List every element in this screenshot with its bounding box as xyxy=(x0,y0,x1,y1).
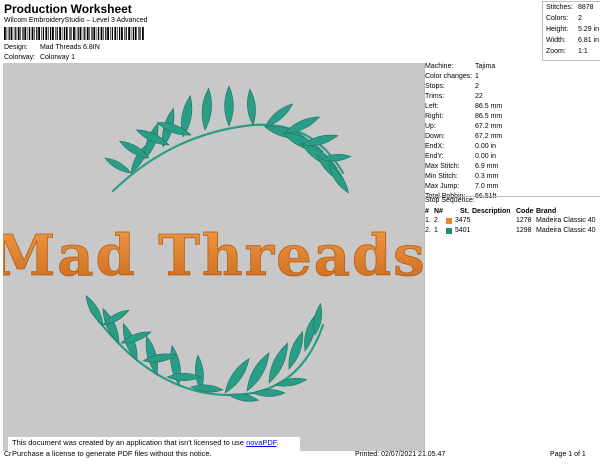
design-text: Mad Threads xyxy=(3,223,425,289)
design-value: Mad Threads 6.8IN xyxy=(39,44,100,51)
row-index: 1. xyxy=(425,217,431,224)
divider xyxy=(424,63,425,452)
notice-text: This document was created by an applicat… xyxy=(12,438,247,447)
info-value: 6.9 mm xyxy=(475,163,499,170)
info-value: 86.5 mm xyxy=(475,113,503,120)
info-label: Stops: xyxy=(425,83,445,90)
design-label: Design: xyxy=(4,44,28,51)
design-row: Design: Mad Threads 6.8IN xyxy=(4,44,100,51)
stop-sequence-title: Stop Sequence: xyxy=(425,197,475,204)
info-label: Up: xyxy=(425,123,436,130)
col-header: N# xyxy=(434,208,443,215)
row-brand: Madeira Classic 40 xyxy=(536,227,596,234)
barcode xyxy=(4,27,144,40)
colorway-value: Colorway 1 xyxy=(39,54,75,61)
summary-box: Stitches: 8878 Colors: 2 Height: 5.29 in Wi… xyxy=(542,1,600,61)
table-row: 1. 2 3475 1278 Madeira Classic 40 xyxy=(425,217,600,226)
info-label: Machine: xyxy=(425,63,454,70)
width-value: 6.81 in xyxy=(578,37,600,44)
printed-date: Printed: 02/07/2021 21.05.47 xyxy=(355,451,446,458)
colors-value: 2 xyxy=(578,15,582,22)
novapdf-link[interactable]: novaPDF xyxy=(246,438,276,447)
license-notice: This document was created by an applicat… xyxy=(8,437,300,459)
row-code: 1278 xyxy=(516,217,532,224)
color-swatch xyxy=(446,228,452,234)
colors-label: Colors: xyxy=(546,15,569,22)
color-swatch xyxy=(446,218,452,224)
width-label: Width: xyxy=(546,37,566,44)
bottom-leaf-branch xyxy=(85,294,325,402)
software-label: Wilcom EmbroideryStudio – Level 3 Advanc… xyxy=(4,17,148,24)
row-needle: 2 xyxy=(434,217,438,224)
colorway-row: Colorway: Colorway 1 xyxy=(4,54,75,61)
row-needle: 1 xyxy=(434,227,438,234)
design-artwork: Mad Threads xyxy=(3,85,425,402)
page-title: Production Worksheet xyxy=(4,2,132,16)
info-label: Min Stitch: xyxy=(425,173,458,180)
row-stitches: 5401 xyxy=(455,227,471,234)
col-header: St. xyxy=(460,208,469,215)
page-number: Page 1 of 1 xyxy=(550,451,586,458)
colorway-label: Colorway: xyxy=(4,54,36,61)
table-row: 2. 1 5401 1298 Madeira Classic 40 xyxy=(425,227,600,236)
info-label: Color changes: xyxy=(425,73,473,80)
info-label: Down: xyxy=(425,133,445,140)
notice-purchase-text: Purchase a license to generate PDF files… xyxy=(12,449,212,458)
stop-table-header: # N# St. Description Code Brand xyxy=(425,208,600,217)
stitches-value: 8878 xyxy=(578,4,594,11)
info-label: Max Jump: xyxy=(425,183,460,190)
info-value: 7.0 mm xyxy=(475,183,499,190)
info-value: 67.2 mm xyxy=(475,123,503,130)
col-header: Code xyxy=(516,208,534,215)
row-index: 2. xyxy=(425,227,431,234)
col-header: Brand xyxy=(536,208,557,215)
info-value: Tajima xyxy=(475,63,496,70)
info-value: 0.3 mm xyxy=(475,173,499,180)
height-label: Height: xyxy=(546,26,569,33)
info-label: EndY: xyxy=(425,153,444,160)
info-value: 1 xyxy=(475,73,479,80)
row-stitches: 3475 xyxy=(455,217,471,224)
zoom-label: Zoom: xyxy=(546,48,566,55)
height-value: 5.29 in xyxy=(578,26,600,33)
design-preview: Mad Threads xyxy=(3,63,425,451)
info-label: Left: xyxy=(425,103,439,110)
stitches-label: Stitches: xyxy=(546,4,573,11)
info-value: 0.00 in xyxy=(475,153,497,160)
col-header: # xyxy=(425,208,429,215)
col-header: Description xyxy=(472,208,511,215)
info-value: 2 xyxy=(475,83,479,90)
notice-period: . xyxy=(276,438,279,447)
info-value: 67.2 mm xyxy=(475,133,503,140)
info-label: Trims: xyxy=(425,93,445,100)
info-label: Right: xyxy=(425,113,444,120)
row-code: 1298 xyxy=(516,227,532,234)
top-leaf-branch xyxy=(104,85,352,194)
info-label: EndX: xyxy=(425,143,445,150)
footer-left: Cr xyxy=(4,451,12,458)
zoom-value: 1:1 xyxy=(578,48,588,55)
info-value: 22 xyxy=(475,93,483,100)
info-label: Max Stitch: xyxy=(425,163,460,170)
info-value: 86.5 mm xyxy=(475,103,503,110)
info-value: 0.00 in xyxy=(475,143,497,150)
row-brand: Madeira Classic 40 xyxy=(536,217,596,224)
